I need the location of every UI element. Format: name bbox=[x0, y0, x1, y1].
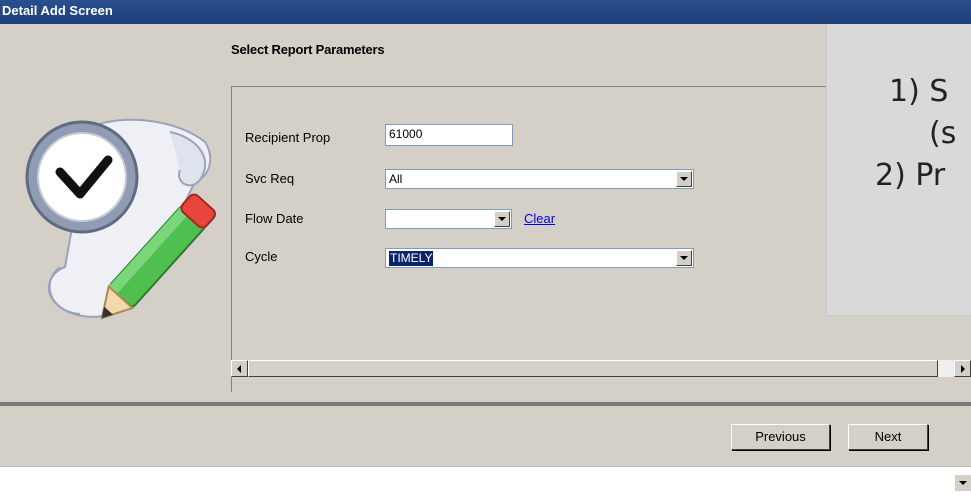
svc-req-value: All bbox=[389, 172, 403, 186]
chevron-down-icon[interactable] bbox=[676, 171, 692, 187]
flow-date-select[interactable] bbox=[385, 209, 512, 229]
chevron-down-icon[interactable] bbox=[955, 475, 971, 491]
cycle-label: Cycle bbox=[245, 249, 278, 264]
previous-button[interactable]: Previous bbox=[731, 424, 830, 450]
footer-bar: Previous Next bbox=[0, 406, 971, 459]
svc-req-select[interactable]: All bbox=[385, 169, 694, 189]
cycle-select[interactable]: TIMELY bbox=[385, 248, 694, 268]
section-title: Select Report Parameters bbox=[231, 42, 385, 57]
chevron-down-icon[interactable] bbox=[494, 211, 510, 227]
scroll-right-icon[interactable] bbox=[954, 360, 971, 377]
svc-req-label: Svc Req bbox=[245, 171, 295, 186]
recipient-prop-label: Recipient Prop bbox=[245, 130, 331, 145]
bottom-bar bbox=[0, 466, 971, 498]
report-scheduler-icon bbox=[20, 82, 220, 342]
scroll-thumb[interactable] bbox=[248, 360, 938, 377]
overlay-step-1: 1) S bbox=[889, 74, 949, 109]
flow-date-label: Flow Date bbox=[245, 211, 304, 226]
recipient-prop-input[interactable]: 61000 bbox=[385, 124, 513, 146]
chevron-down-icon[interactable] bbox=[676, 250, 692, 266]
window-title: Detail Add Screen bbox=[2, 3, 113, 18]
overlay-step-1-detail: (s bbox=[929, 116, 957, 151]
cycle-value: TIMELY bbox=[389, 251, 434, 266]
instruction-overlay: 1) S (s 2) Pr bbox=[826, 24, 971, 316]
next-button[interactable]: Next bbox=[848, 424, 928, 450]
overlay-step-2: 2) Pr bbox=[875, 158, 946, 193]
title-bar: Detail Add Screen bbox=[0, 0, 971, 24]
clear-link[interactable]: Clear bbox=[524, 211, 555, 226]
scroll-left-icon[interactable] bbox=[231, 360, 248, 377]
horizontal-scrollbar[interactable] bbox=[231, 360, 971, 377]
